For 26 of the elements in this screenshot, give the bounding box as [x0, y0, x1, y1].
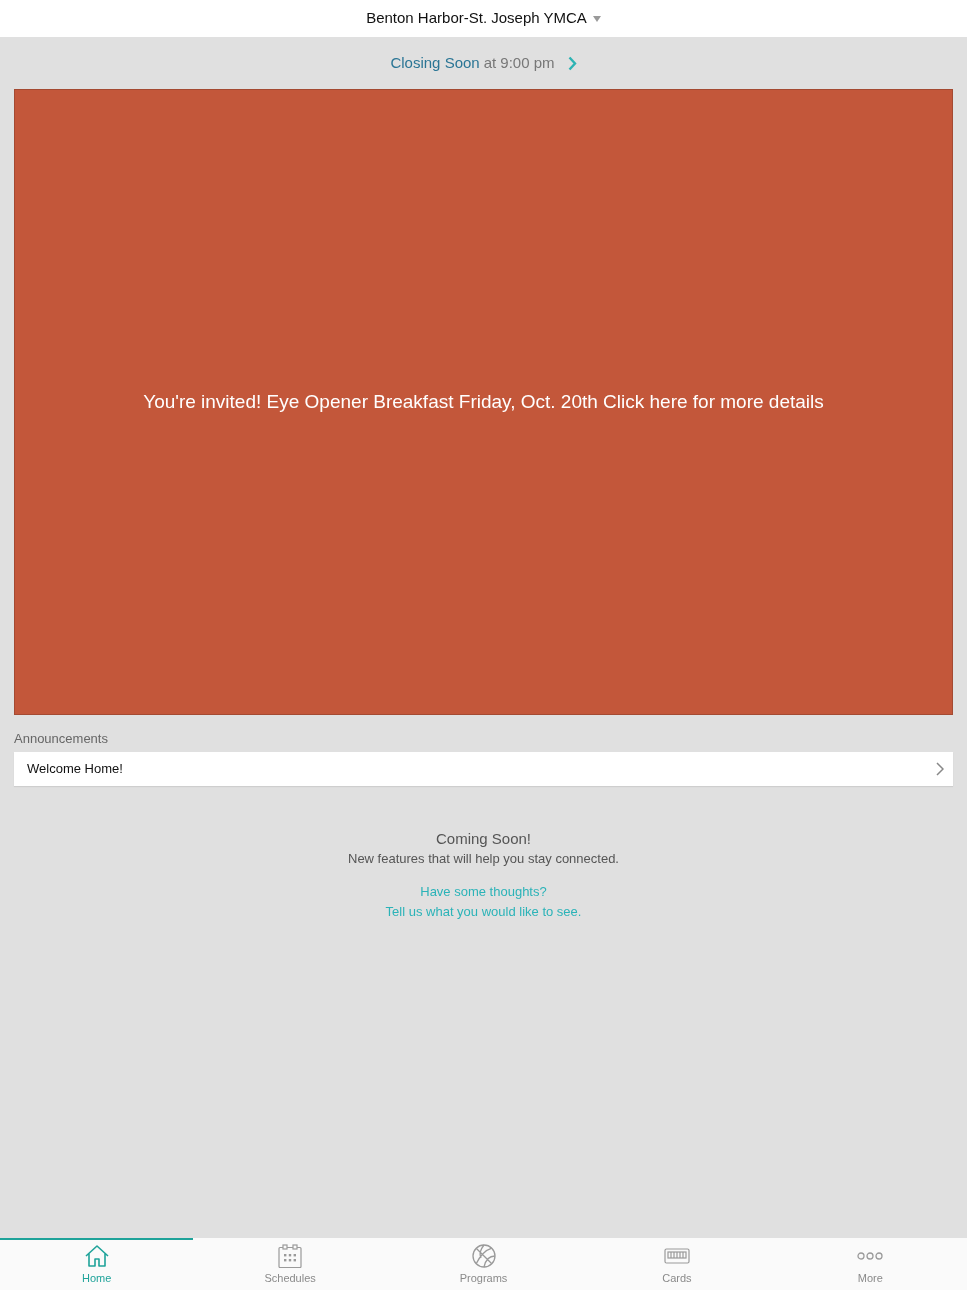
tab[interactable]: Cards: [580, 1238, 774, 1290]
section-heading: Announcements: [14, 731, 109, 747]
banner-text: You're invited! Eye Opener Breakfast Friday, Oct. 20th Click here for more details: [143, 389, 824, 414]
home-icon: [84, 1245, 109, 1267]
coming-soon-title: Coming Soon!: [435, 830, 532, 848]
location-selector[interactable]: Benton Harbor-St. Joseph YMCA: [366, 7, 601, 30]
dropdown-caret-icon: [592, 15, 601, 22]
feedback-link[interactable]: Tell us what you would like to see.: [385, 904, 582, 920]
hours-detail: at 9:00 pm: [483, 52, 555, 73]
announcement-title: Welcome Home!: [27, 760, 123, 779]
feedback-link[interactable]: Have some thoughts?: [420, 884, 547, 900]
calendar-icon: [278, 1244, 303, 1268]
promo-banner[interactable]: You're invited! Eye Opener Breakfast Friday, Oct. 20th Click here for more details: [14, 89, 953, 715]
basketball-icon: [471, 1244, 496, 1268]
card-icon: [663, 1248, 690, 1264]
chevron-right-icon: [936, 762, 944, 776]
hours-status: Closing Soon: [390, 52, 480, 73]
tab[interactable]: Schedules: [193, 1238, 387, 1290]
more-icon: [857, 1252, 884, 1260]
hours-link[interactable]: Closing Soon at 9:00 pm: [390, 51, 577, 75]
tab[interactable]: Programs: [386, 1238, 581, 1290]
tab[interactable]: Home: [0, 1238, 194, 1290]
chevron-right-icon: [567, 55, 577, 71]
tab[interactable]: More: [773, 1238, 967, 1290]
announcement-row[interactable]: Welcome Home!: [14, 752, 953, 786]
coming-soon-subtitle: New features that will help you stay connected.: [348, 851, 619, 867]
